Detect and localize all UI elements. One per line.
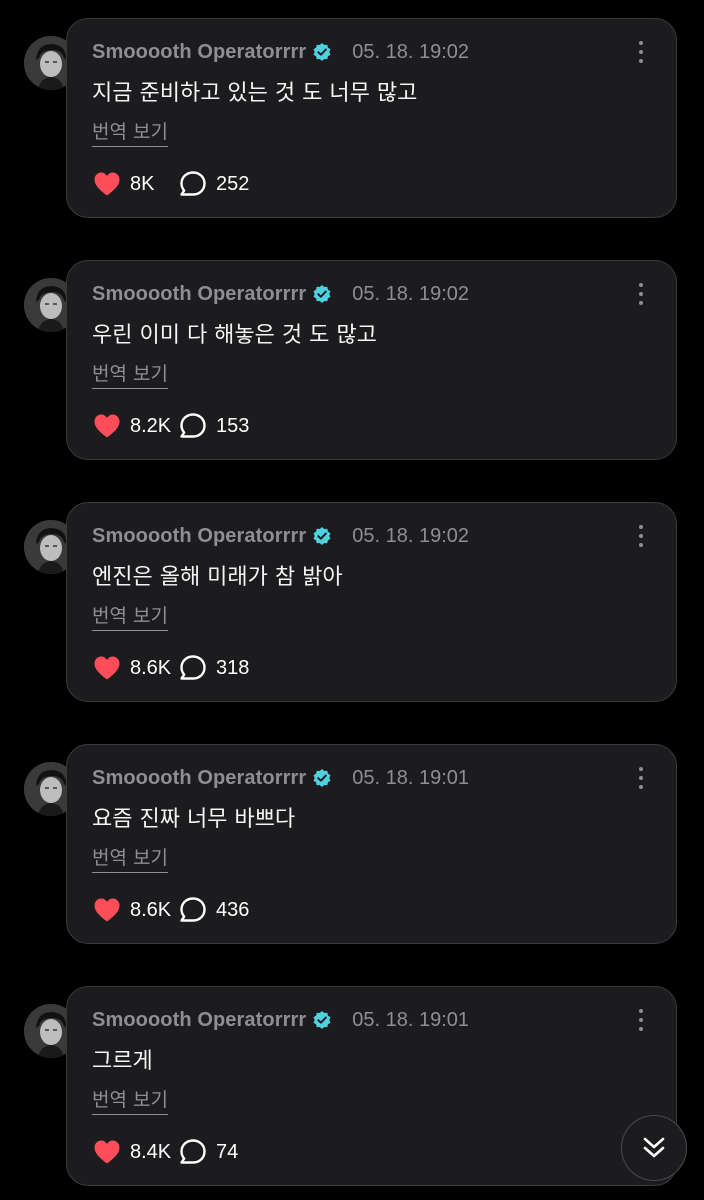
translate-link[interactable]: 번역 보기 <box>92 1085 168 1115</box>
post-meta: Smooooth Operatorrrr 05. 18. 19:01 <box>92 763 469 793</box>
chat-post: Smooooth Operatorrrr 05. 18. 19:02 우린 이미… <box>0 260 704 460</box>
comment-button[interactable]: 252 <box>179 170 249 198</box>
heart-icon <box>94 172 120 196</box>
like-button[interactable]: 8.6K <box>93 655 179 681</box>
post-meta: Smooooth Operatorrrr 05. 18. 19:01 <box>92 1005 469 1035</box>
heart-icon <box>94 898 120 922</box>
post-meta: Smooooth Operatorrrr 05. 18. 19:02 <box>92 37 469 67</box>
comment-count: 74 <box>216 1140 239 1163</box>
author-name[interactable]: Smooooth Operatorrrr <box>92 767 306 790</box>
like-count: 8.2K <box>130 414 172 437</box>
comment-count: 436 <box>216 898 250 921</box>
post-actions: 8.6K 436 <box>93 895 249 925</box>
like-button[interactable]: 8.4K <box>93 1139 179 1165</box>
post-timestamp: 05. 18. 19:02 <box>352 524 470 547</box>
comment-button[interactable]: 153 <box>179 412 249 440</box>
verified-badge-icon <box>313 285 331 303</box>
more-vertical-icon[interactable] <box>636 1009 646 1033</box>
comment-button[interactable]: 436 <box>179 896 249 924</box>
translate-link[interactable]: 번역 보기 <box>92 601 168 631</box>
post-actions: 8.2K 153 <box>93 411 249 441</box>
like-button[interactable]: 8K <box>93 171 179 197</box>
like-count: 8K <box>130 172 155 195</box>
chat-post: Smooooth Operatorrrr 05. 18. 19:02 엔진은 올… <box>0 502 704 702</box>
comment-bubble-icon <box>180 413 206 438</box>
chat-post: Smooooth Operatorrrr 05. 18. 19:01 요즘 진짜… <box>0 744 704 944</box>
post-text: 엔진은 올해 미래가 참 밝아 <box>92 565 343 590</box>
post-actions: 8.4K 74 <box>93 1137 238 1167</box>
more-vertical-icon[interactable] <box>636 767 646 791</box>
post-timestamp: 05. 18. 19:02 <box>352 282 470 305</box>
post-timestamp: 05. 18. 19:01 <box>352 1008 470 1031</box>
post-actions: 8K 252 <box>93 169 249 199</box>
post-text: 그르게 <box>92 1049 153 1074</box>
translate-link[interactable]: 번역 보기 <box>92 117 168 147</box>
verified-badge-icon <box>313 769 331 787</box>
comment-bubble-icon <box>180 1139 206 1164</box>
translate-link[interactable]: 번역 보기 <box>92 359 168 389</box>
comment-bubble-icon <box>180 171 206 196</box>
post-meta: Smooooth Operatorrrr 05. 18. 19:02 <box>92 521 469 551</box>
more-vertical-icon[interactable] <box>636 283 646 307</box>
comment-count: 153 <box>216 414 250 437</box>
chat-post: Smooooth Operatorrrr 05. 18. 19:01 그르게 번… <box>0 986 704 1186</box>
like-count: 8.4K <box>130 1140 172 1163</box>
translate-link[interactable]: 번역 보기 <box>92 843 168 873</box>
heart-icon <box>94 656 120 680</box>
comment-button[interactable]: 74 <box>179 1138 238 1166</box>
scroll-to-bottom-button[interactable] <box>621 1115 687 1181</box>
post-bubble: Smooooth Operatorrrr 05. 18. 19:01 그르게 번… <box>66 986 677 1186</box>
post-actions: 8.6K 318 <box>93 653 249 683</box>
verified-badge-icon <box>313 527 331 545</box>
post-text: 우린 이미 다 해놓은 것 도 많고 <box>92 323 377 348</box>
verified-badge-icon <box>313 1011 331 1029</box>
heart-icon <box>94 414 120 438</box>
like-count: 8.6K <box>130 656 172 679</box>
chat-post: Smooooth Operatorrrr 05. 18. 19:02 지금 준비… <box>0 18 704 218</box>
post-bubble: Smooooth Operatorrrr 05. 18. 19:02 지금 준비… <box>66 18 677 218</box>
comment-bubble-icon <box>180 655 206 680</box>
post-bubble: Smooooth Operatorrrr 05. 18. 19:01 요즘 진짜… <box>66 744 677 944</box>
more-vertical-icon[interactable] <box>636 525 646 549</box>
post-text: 요즘 진짜 너무 바쁘다 <box>92 807 296 832</box>
author-name[interactable]: Smooooth Operatorrrr <box>92 41 306 64</box>
like-button[interactable]: 8.2K <box>93 413 179 439</box>
comment-count: 252 <box>216 172 250 195</box>
post-bubble: Smooooth Operatorrrr 05. 18. 19:02 엔진은 올… <box>66 502 677 702</box>
post-timestamp: 05. 18. 19:01 <box>352 766 470 789</box>
post-meta: Smooooth Operatorrrr 05. 18. 19:02 <box>92 279 469 309</box>
heart-icon <box>94 1140 120 1164</box>
post-timestamp: 05. 18. 19:02 <box>352 40 470 63</box>
comment-count: 318 <box>216 656 250 679</box>
like-count: 8.6K <box>130 898 172 921</box>
comment-bubble-icon <box>180 897 206 922</box>
like-button[interactable]: 8.6K <box>93 897 179 923</box>
verified-badge-icon <box>313 43 331 61</box>
more-vertical-icon[interactable] <box>636 41 646 65</box>
author-name[interactable]: Smooooth Operatorrrr <box>92 1009 306 1032</box>
post-bubble: Smooooth Operatorrrr 05. 18. 19:02 우린 이미… <box>66 260 677 460</box>
author-name[interactable]: Smooooth Operatorrrr <box>92 525 306 548</box>
chevron-double-down-icon <box>643 1137 665 1158</box>
post-text: 지금 준비하고 있는 것 도 너무 많고 <box>92 81 418 106</box>
comment-button[interactable]: 318 <box>179 654 249 682</box>
author-name[interactable]: Smooooth Operatorrrr <box>92 283 306 306</box>
